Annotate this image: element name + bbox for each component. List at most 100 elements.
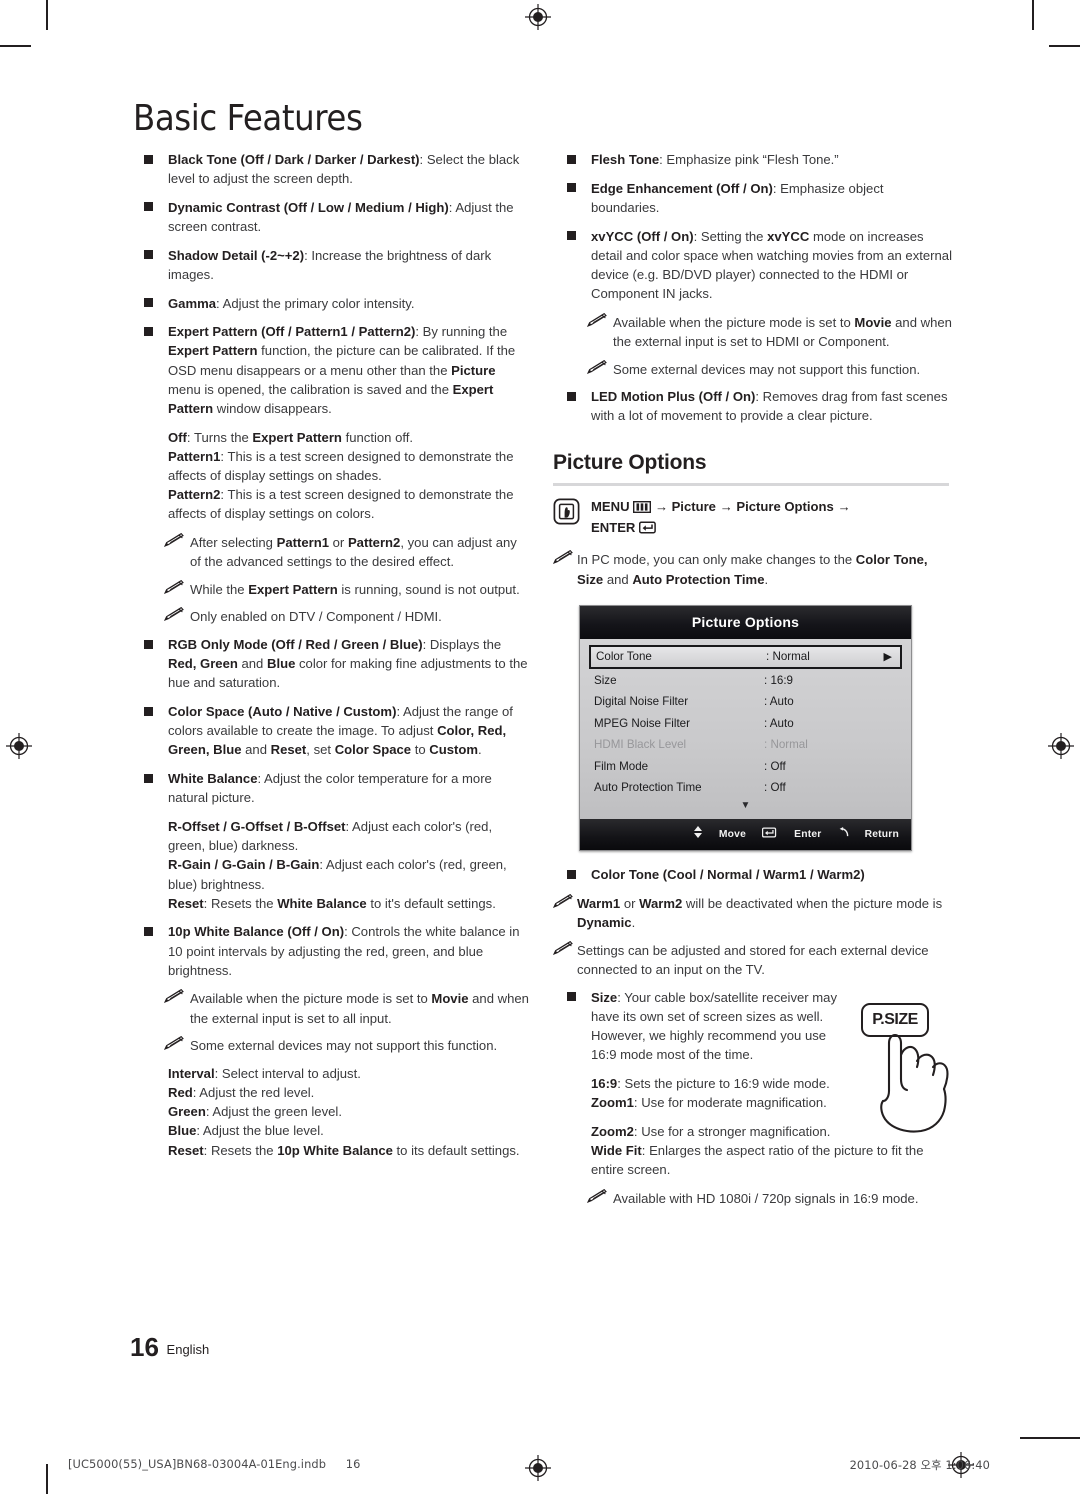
pencil-note: Warm1 or Warm2 will be deactivated when …	[552, 893, 953, 932]
item-text: Available with HD 1080i / 720p signals i…	[613, 1190, 919, 1206]
menu-path-enter-label: ENTER	[591, 519, 636, 535]
pencil-note-icon	[552, 940, 573, 955]
page-title: Basic Features	[133, 98, 363, 139]
osd-row[interactable]: MPEG Noise Filter: Auto	[589, 713, 902, 735]
item-text: Only enabled on DTV / Component / HDMI.	[190, 609, 442, 625]
osd-row[interactable]: Size : 16:9	[589, 670, 902, 692]
osd-row-value: : Off	[764, 781, 786, 795]
sub-item: Interval: Select interval to adjust.	[130, 1064, 530, 1083]
pencil-note-icon	[586, 359, 607, 374]
enter-key-icon	[762, 827, 777, 838]
osd-row-key: Film Mode	[594, 759, 649, 773]
item-text: Red: Adjust the red level.	[168, 1085, 315, 1101]
sub-item: 16:9: Sets the picture to 16:9 wide mode…	[553, 1074, 863, 1093]
osd-row-value: : Normal	[764, 738, 808, 752]
square-bullet-icon	[567, 391, 576, 401]
pencil-note-icon	[163, 532, 184, 547]
item-text: Pattern1: This is a test screen designed…	[168, 448, 514, 483]
down-triangle-icon[interactable]: ▼	[589, 799, 902, 815]
osd-row-key: HDMI Black Level	[594, 738, 687, 752]
bullet-item: Black Tone (Off / Dark / Darker / Darkes…	[130, 150, 530, 188]
item-text: Color Space (Auto / Native / Custom): Ad…	[168, 704, 513, 758]
item-text: RGB Only Mode (Off / Red / Green / Blue)…	[168, 637, 528, 691]
sub-item: Wide Fit: Enlarges the aspect ratio of t…	[553, 1141, 953, 1179]
right-triangle-icon[interactable]: ▶	[884, 649, 892, 665]
bullet-item: xvYCC (Off / On): Setting the xvYCC mode…	[553, 227, 953, 304]
pencil-note-icon	[163, 989, 184, 1004]
bullet-item: White Balance: Adjust the color temperat…	[130, 769, 530, 807]
bullet-item: LED Motion Plus (Off / On): Removes drag…	[553, 387, 953, 425]
picture-options-section: Picture Options	[553, 448, 953, 487]
osd-return-label: Return	[864, 829, 899, 841]
page-language: English	[166, 1342, 210, 1357]
osd-enter-hint: Enter	[762, 827, 824, 841]
item-text: 16:9: Sets the picture to 16:9 wide mode…	[591, 1075, 830, 1091]
pc-mode-note-text: In PC mode, you can only make changes to…	[577, 552, 928, 587]
item-text: 10p White Balance (Off / On): Controls t…	[168, 924, 520, 978]
square-bullet-icon	[144, 250, 153, 260]
menu-path-arrow-1: →	[654, 499, 668, 515]
bullet-item: Color Space (Auto / Native / Custom): Ad…	[130, 702, 530, 760]
osd-rows: Color Tone: Normal ▶ Size: 16:9 Digital Noi…	[580, 639, 911, 820]
item-text: Reset: Resets the 10p White Balance to i…	[168, 1142, 520, 1158]
bullet-item: 10p White Balance (Off / On): Controls t…	[130, 922, 530, 980]
square-bullet-icon	[144, 326, 153, 336]
section-heading: Picture Options	[553, 450, 707, 474]
osd-row-key: Size	[594, 673, 617, 687]
item-text: R-Gain / G-Gain / B-Gain: Adjust each co…	[168, 857, 507, 892]
pencil-note-icon	[163, 579, 184, 594]
osd-row-value: : 16:9	[764, 673, 794, 687]
osd-return-hint: Return	[838, 827, 899, 841]
item-text: Some external devices may not support th…	[190, 1038, 498, 1054]
sub-item: Off: Turns the Expert Pattern function o…	[130, 428, 530, 447]
remote-hand-icon	[553, 498, 580, 525]
pencil-note: Some external devices may not support th…	[130, 1036, 530, 1055]
square-bullet-icon	[567, 183, 576, 193]
pc-mode-note: In PC mode, you can only make changes to…	[552, 550, 953, 588]
pencil-note-icon	[163, 607, 184, 622]
item-text: Reset: Resets the White Balance to it's …	[168, 895, 496, 911]
osd-row-value: : Auto	[764, 695, 794, 709]
pencil-note: After selecting Pattern1 or Pattern2, yo…	[130, 532, 530, 571]
square-bullet-icon	[144, 706, 153, 716]
menu-path-prefix: MENU	[591, 499, 630, 515]
square-bullet-icon	[567, 231, 576, 241]
item-text: R-Offset / G-Offset / B-Offset: Adjust e…	[168, 818, 493, 854]
osd-row[interactable]: Auto Protection Time: Off	[589, 778, 902, 800]
pencil-note-icon	[552, 893, 573, 909]
pencil-note-icon	[552, 550, 573, 565]
section-divider	[553, 483, 949, 487]
osd-enter-label: Enter	[794, 829, 822, 841]
square-bullet-icon	[144, 773, 153, 783]
osd-row[interactable]: Digital Noise Filter: Auto	[589, 692, 902, 714]
square-bullet-icon	[567, 154, 576, 164]
psize-illustration: P.SIZE	[853, 1003, 953, 1133]
pencil-note: Some external devices may not support th…	[553, 359, 953, 379]
item-text: Pattern2: This is a test screen designed…	[168, 487, 514, 522]
item-text: Dynamic Contrast (Off / Low / Medium / H…	[168, 199, 514, 235]
pencil-note-icon	[586, 1188, 607, 1203]
menu-path-arrow-3: →	[837, 499, 851, 515]
page-number-block: 16 English	[130, 1332, 209, 1363]
item-text: Zoom1: Use for moderate magnification.	[591, 1095, 827, 1111]
osd-row[interactable]: HDMI Black Level : Normal	[589, 735, 902, 757]
pencil-note: Settings can be adjusted and stored for …	[552, 940, 953, 979]
pencil-note-icon	[163, 1036, 184, 1051]
pencil-note-icon	[586, 312, 607, 327]
menu-path-step-picture: Picture	[671, 499, 716, 515]
menu-path-arrow-2: →	[719, 499, 733, 515]
osd-row-selected[interactable]: Color Tone: Normal ▶	[589, 645, 902, 670]
osd-row-value: : Off	[764, 759, 786, 773]
square-bullet-icon	[144, 298, 153, 308]
pencil-note: Available when the picture mode is set t…	[130, 989, 530, 1027]
osd-row[interactable]: Film Mode : Off	[589, 756, 902, 778]
item-text: White Balance: Adjust the color temperat…	[168, 771, 492, 806]
item-text: After selecting Pattern1 or Pattern2, yo…	[190, 534, 517, 570]
item-text: Available when the picture mode is set t…	[613, 314, 952, 349]
sub-item: R-Gain / G-Gain / B-Gain: Adjust each co…	[130, 855, 530, 893]
osd-row-key: Color Tone	[596, 649, 652, 663]
bullet-item: Size: Your cable box/satellite receiver …	[553, 988, 853, 1065]
bullet-item: Shadow Detail (-2~+2): Increase the brig…	[130, 246, 530, 284]
item-text: Expert Pattern (Off / Pattern1 / Pattern…	[168, 324, 516, 416]
item-text: While the Expert Pattern is running, sou…	[190, 581, 520, 597]
